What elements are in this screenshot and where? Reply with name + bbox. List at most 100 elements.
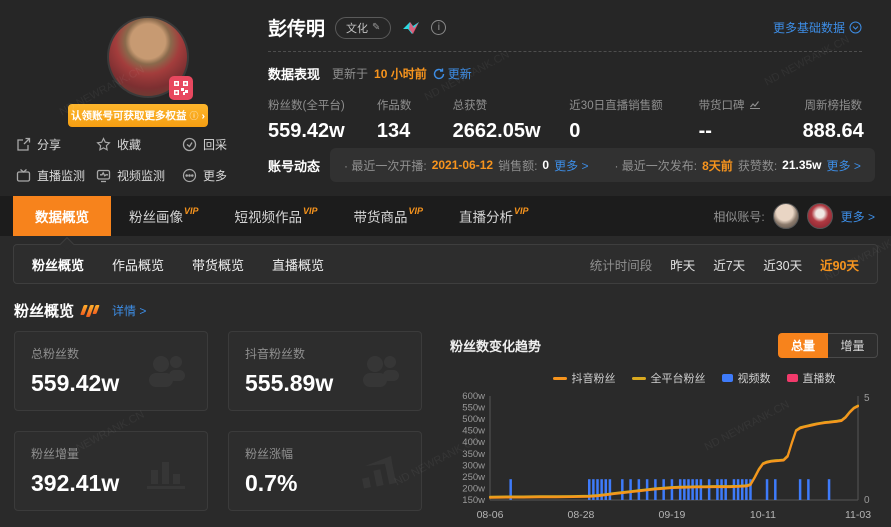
edit-pencil-icon: ✎	[372, 22, 380, 33]
vip-badge: VIP	[409, 206, 424, 216]
share-icon	[16, 137, 31, 152]
svg-text:600w: 600w	[462, 391, 485, 402]
vip-badge: VIP	[303, 206, 318, 216]
svg-text:09-19: 09-19	[659, 509, 686, 521]
subtab-fan-overview[interactable]: 粉丝概览	[32, 255, 84, 274]
main-tab-bar: 数据概览 粉丝画像VIP 短视频作品VIP 带货商品VIP 直播分析VIP 相似…	[0, 196, 891, 236]
tab-ecommerce-products[interactable]: 带货商品VIP	[336, 196, 442, 236]
users-icon	[357, 352, 403, 392]
chart-title: 粉丝数变化趋势	[450, 336, 541, 355]
svg-text:400w: 400w	[462, 437, 485, 448]
tab-live-analysis[interactable]: 直播分析VIP	[441, 196, 547, 236]
period-7d[interactable]: 近7天	[713, 255, 745, 274]
share-button[interactable]: 分享	[16, 136, 96, 153]
stat-ecommerce-reputation: 带货口碑 --	[699, 97, 803, 143]
tab-short-videos[interactable]: 短视频作品VIP	[217, 196, 336, 236]
stat-weekly-rank-index: 周新榜指数888.64	[803, 97, 862, 143]
subtab-live-overview[interactable]: 直播概览	[272, 255, 324, 274]
card-total-fans: 总粉丝数559.42w	[14, 331, 208, 411]
subtab-works-overview[interactable]: 作品概览	[112, 255, 164, 274]
recollect-button[interactable]: 回采	[182, 136, 261, 153]
trend-chart-icon	[359, 452, 403, 492]
similar-accounts-more-link[interactable]: 更多 >	[841, 208, 875, 225]
svg-text:11-03: 11-03	[845, 509, 871, 521]
more-actions-button[interactable]: 更多	[182, 167, 261, 184]
svg-text:08-28: 08-28	[568, 509, 595, 521]
period-label: 统计时间段	[590, 255, 653, 274]
fan-trend-chart-panel: 粉丝数变化趋势 总量 增量 抖音粉丝 全平台粉丝 视频数 直播数 600w550…	[450, 331, 878, 527]
svg-text:10-11: 10-11	[750, 509, 776, 521]
similar-account-avatar[interactable]	[807, 203, 833, 229]
claim-label: 认领账号可获取更多权益	[71, 108, 187, 123]
period-90d[interactable]: 近90天	[820, 255, 859, 274]
star-icon	[96, 137, 111, 152]
video-monitor-button[interactable]: 视频监测	[96, 167, 182, 184]
qr-code-icon[interactable]	[169, 76, 193, 100]
chart-mode-toggle: 总量 增量	[778, 333, 878, 358]
card-fan-growth-rate: 粉丝涨幅0.7%	[228, 431, 422, 511]
card-fan-growth: 粉丝增量392.41w	[14, 431, 208, 511]
svg-text:300w: 300w	[462, 460, 485, 471]
period-30d[interactable]: 近30天	[763, 255, 802, 274]
hot-streak-icon	[82, 305, 98, 317]
toggle-total-button[interactable]: 总量	[778, 333, 828, 358]
account-activity-pill: · 最近一次开播: 2021-06-12 销售额: 0 更多 > · 最近一次发…	[330, 148, 875, 182]
caret-pointer	[60, 237, 74, 251]
douyin-platform-icon	[401, 20, 421, 36]
svg-text:350w: 350w	[462, 449, 485, 460]
claim-account-button[interactable]: 认领账号可获取更多权益 ⓘ ›	[68, 104, 208, 127]
bar-chart-icon	[145, 452, 189, 492]
similar-account-avatar[interactable]	[773, 203, 799, 229]
profile-header: 认领账号可获取更多权益 ⓘ › 分享 收藏 回采 直播监测 视频监测 更多	[0, 0, 891, 196]
chevron-right-icon: ›	[202, 110, 206, 122]
subtab-ecommerce-overview[interactable]: 带货概览	[192, 255, 244, 274]
updated-time: 10 小时前	[374, 65, 427, 82]
favorite-button[interactable]: 收藏	[96, 136, 182, 153]
svg-text:550w: 550w	[462, 403, 485, 414]
fan-trend-chart: 600w550w500w450w400w350w300w250w200w150w…	[450, 388, 878, 526]
activity-more-link[interactable]: 更多 >	[554, 157, 588, 174]
svg-text:08-06: 08-06	[477, 509, 504, 521]
live-monitor-button[interactable]: 直播监测	[16, 167, 96, 184]
svg-text:0: 0	[864, 495, 870, 506]
mini-trend-icon	[749, 100, 761, 110]
quick-actions: 分享 收藏 回采 直播监测 视频监测 更多	[16, 136, 261, 184]
activity-more-link[interactable]: 更多 >	[827, 157, 861, 174]
vip-badge: VIP	[514, 206, 529, 216]
tab-data-overview[interactable]: 数据概览	[13, 196, 111, 236]
activity-last-live: · 最近一次开播: 2021-06-12 销售额: 0 更多 >	[344, 157, 588, 174]
legend-douyin-fans[interactable]: 抖音粉丝	[553, 370, 616, 386]
data-performance-label: 数据表现	[268, 64, 320, 83]
svg-text:500w: 500w	[462, 414, 485, 425]
activity-last-post: · 最近一次发布: 8天前 获赞数: 21.35w 更多 >	[614, 157, 860, 174]
more-basic-data-link[interactable]: 更多基础数据	[773, 19, 862, 36]
tv-icon	[16, 168, 31, 183]
legend-all-platform-fans[interactable]: 全平台粉丝	[632, 370, 706, 386]
avatar	[107, 16, 189, 98]
tab-fan-portrait[interactable]: 粉丝画像VIP	[111, 196, 217, 236]
chart-legend: 抖音粉丝 全平台粉丝 视频数 直播数	[510, 370, 878, 386]
stat-works-count: 作品数134	[377, 97, 453, 143]
sub-tab-bar: 粉丝概览 作品概览 带货概览 直播概览 统计时间段 昨天 近7天 近30天 近9…	[13, 244, 878, 284]
svg-text:150w: 150w	[462, 495, 485, 506]
legend-video-count[interactable]: 视频数	[722, 370, 771, 386]
legend-live-count[interactable]: 直播数	[787, 370, 836, 386]
ellipsis-circle-icon	[182, 168, 197, 183]
stat-live-sales-30d: 近30日直播销售额0	[569, 97, 698, 143]
account-activity-label: 账号动态	[268, 156, 320, 175]
stat-cards: 总粉丝数559.42w 抖音粉丝数555.89w 粉丝增量392.41w 粉丝涨…	[14, 331, 422, 527]
info-icon[interactable]: i	[431, 20, 446, 35]
monitor-icon	[96, 168, 111, 183]
svg-text:450w: 450w	[462, 426, 485, 437]
similar-accounts-label: 相似账号:	[713, 208, 764, 225]
refresh-button[interactable]: 更新	[433, 65, 472, 82]
card-douyin-fans: 抖音粉丝数555.89w	[228, 331, 422, 411]
detail-link[interactable]: 详情 >	[112, 302, 146, 319]
toggle-increment-button[interactable]: 增量	[828, 333, 878, 358]
info-icon: ⓘ	[189, 109, 198, 122]
users-icon	[143, 352, 189, 392]
refresh-circle-icon	[182, 137, 197, 152]
period-yesterday[interactable]: 昨天	[670, 255, 695, 274]
vip-badge: VIP	[184, 206, 199, 216]
category-badge[interactable]: 文化 ✎	[335, 17, 391, 39]
